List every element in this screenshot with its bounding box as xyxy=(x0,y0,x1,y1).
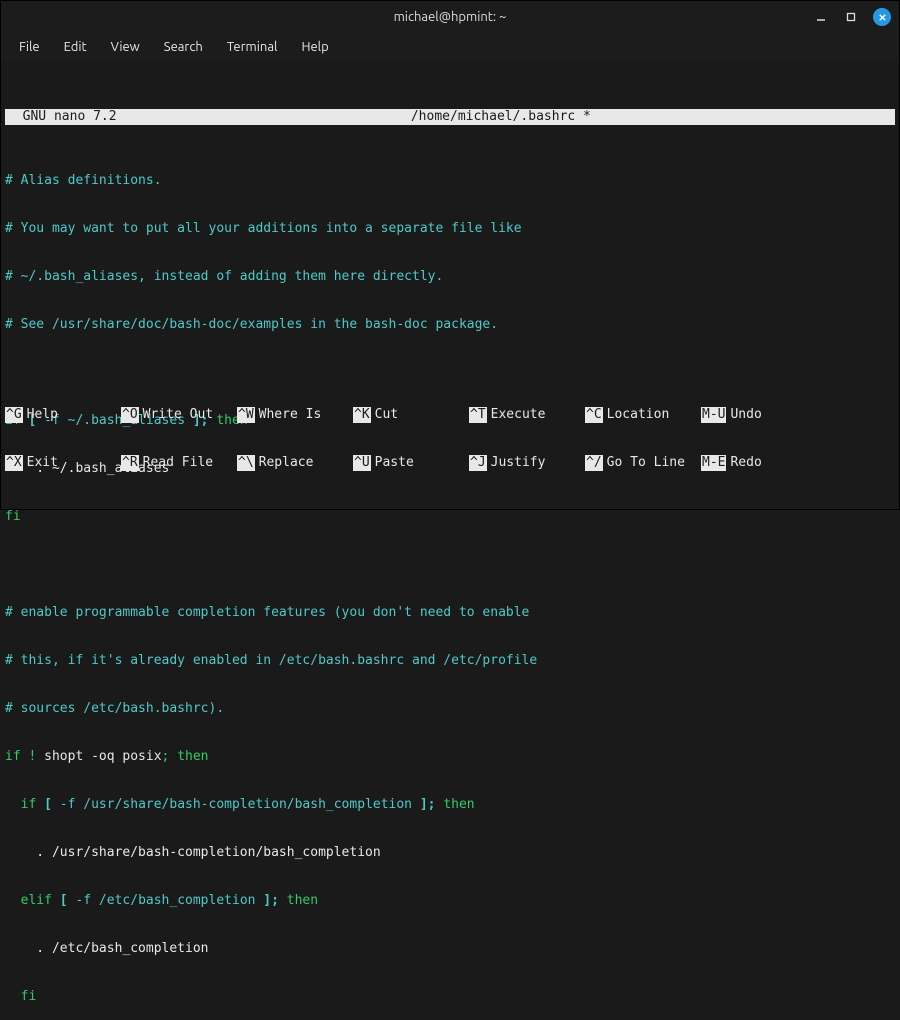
window-controls xyxy=(813,1,891,33)
close-button[interactable] xyxy=(873,8,891,26)
menu-help[interactable]: Help xyxy=(291,36,338,58)
shortcut-redo: M-ERedo xyxy=(701,455,787,471)
nano-app-name: GNU nano 7.2 xyxy=(5,109,119,125)
code-line: fi xyxy=(5,989,895,1005)
code-line: # enable programmable completion feature… xyxy=(5,605,895,621)
nano-shortcuts: ^GHelp ^OWrite Out ^WWhere Is ^KCut ^TEx… xyxy=(5,375,895,503)
shortcut-paste: ^UPaste xyxy=(353,455,469,471)
code-line: elif [ -f /etc/bash_completion ]; then xyxy=(5,893,895,909)
code-line: # Alias definitions. xyxy=(5,173,895,189)
code-line: . /etc/bash_completion xyxy=(5,941,895,957)
maximize-button[interactable] xyxy=(843,9,859,25)
code-line: # this, if it's already enabled in /etc/… xyxy=(5,653,895,669)
code-line: # ~/.bash_aliases, instead of adding the… xyxy=(5,269,895,285)
menu-search[interactable]: Search xyxy=(154,36,213,58)
menu-file[interactable]: File xyxy=(9,36,50,58)
shortcut-whereis: ^WWhere Is xyxy=(237,407,353,423)
nano-header: GNU nano 7.2 /home/michael/.bashrc * xyxy=(5,109,895,125)
shortcut-cut: ^KCut xyxy=(353,407,469,423)
code-line: # sources /etc/bash.bashrc). xyxy=(5,701,895,717)
menu-edit[interactable]: Edit xyxy=(54,36,97,58)
code-line: if ! shopt -oq posix; then xyxy=(5,749,895,765)
shortcut-justify: ^JJustify xyxy=(469,455,585,471)
shortcut-execute: ^TExecute xyxy=(469,407,585,423)
code-line: . /usr/share/bash-completion/bash_comple… xyxy=(5,845,895,861)
shortcut-exit: ^XExit xyxy=(5,455,121,471)
shortcut-writeout: ^OWrite Out xyxy=(121,407,237,423)
shortcut-readfile: ^RRead File xyxy=(121,455,237,471)
terminal-area[interactable]: GNU nano 7.2 /home/michael/.bashrc * # A… xyxy=(1,61,899,509)
menu-view[interactable]: View xyxy=(101,36,150,58)
code-line: # See /usr/share/doc/bash-doc/examples i… xyxy=(5,317,895,333)
code-line: if [ -f /usr/share/bash-completion/bash_… xyxy=(5,797,895,813)
shortcut-location: ^CLocation xyxy=(585,407,701,423)
titlebar: michael@hpmint: ~ xyxy=(1,1,899,33)
nano-header-pad xyxy=(883,109,895,125)
code-line: fi xyxy=(5,509,895,525)
menubar: File Edit View Search Terminal Help xyxy=(1,33,899,61)
shortcut-gotoline: ^/Go To Line xyxy=(585,455,701,471)
shortcut-undo: M-UUndo xyxy=(701,407,787,423)
menu-terminal[interactable]: Terminal xyxy=(217,36,288,58)
shortcut-row: ^XExit ^RRead File ^\Replace ^UPaste ^JJ… xyxy=(5,455,895,471)
window-title: michael@hpmint: ~ xyxy=(394,10,507,24)
shortcut-row: ^GHelp ^OWrite Out ^WWhere Is ^KCut ^TEx… xyxy=(5,407,895,423)
shortcut-help: ^GHelp xyxy=(5,407,121,423)
nano-file-name: /home/michael/.bashrc * xyxy=(119,109,884,125)
minimize-button[interactable] xyxy=(813,9,829,25)
shortcut-replace: ^\Replace xyxy=(237,455,353,471)
code-line: # You may want to put all your additions… xyxy=(5,221,895,237)
code-line-blank xyxy=(5,557,895,573)
